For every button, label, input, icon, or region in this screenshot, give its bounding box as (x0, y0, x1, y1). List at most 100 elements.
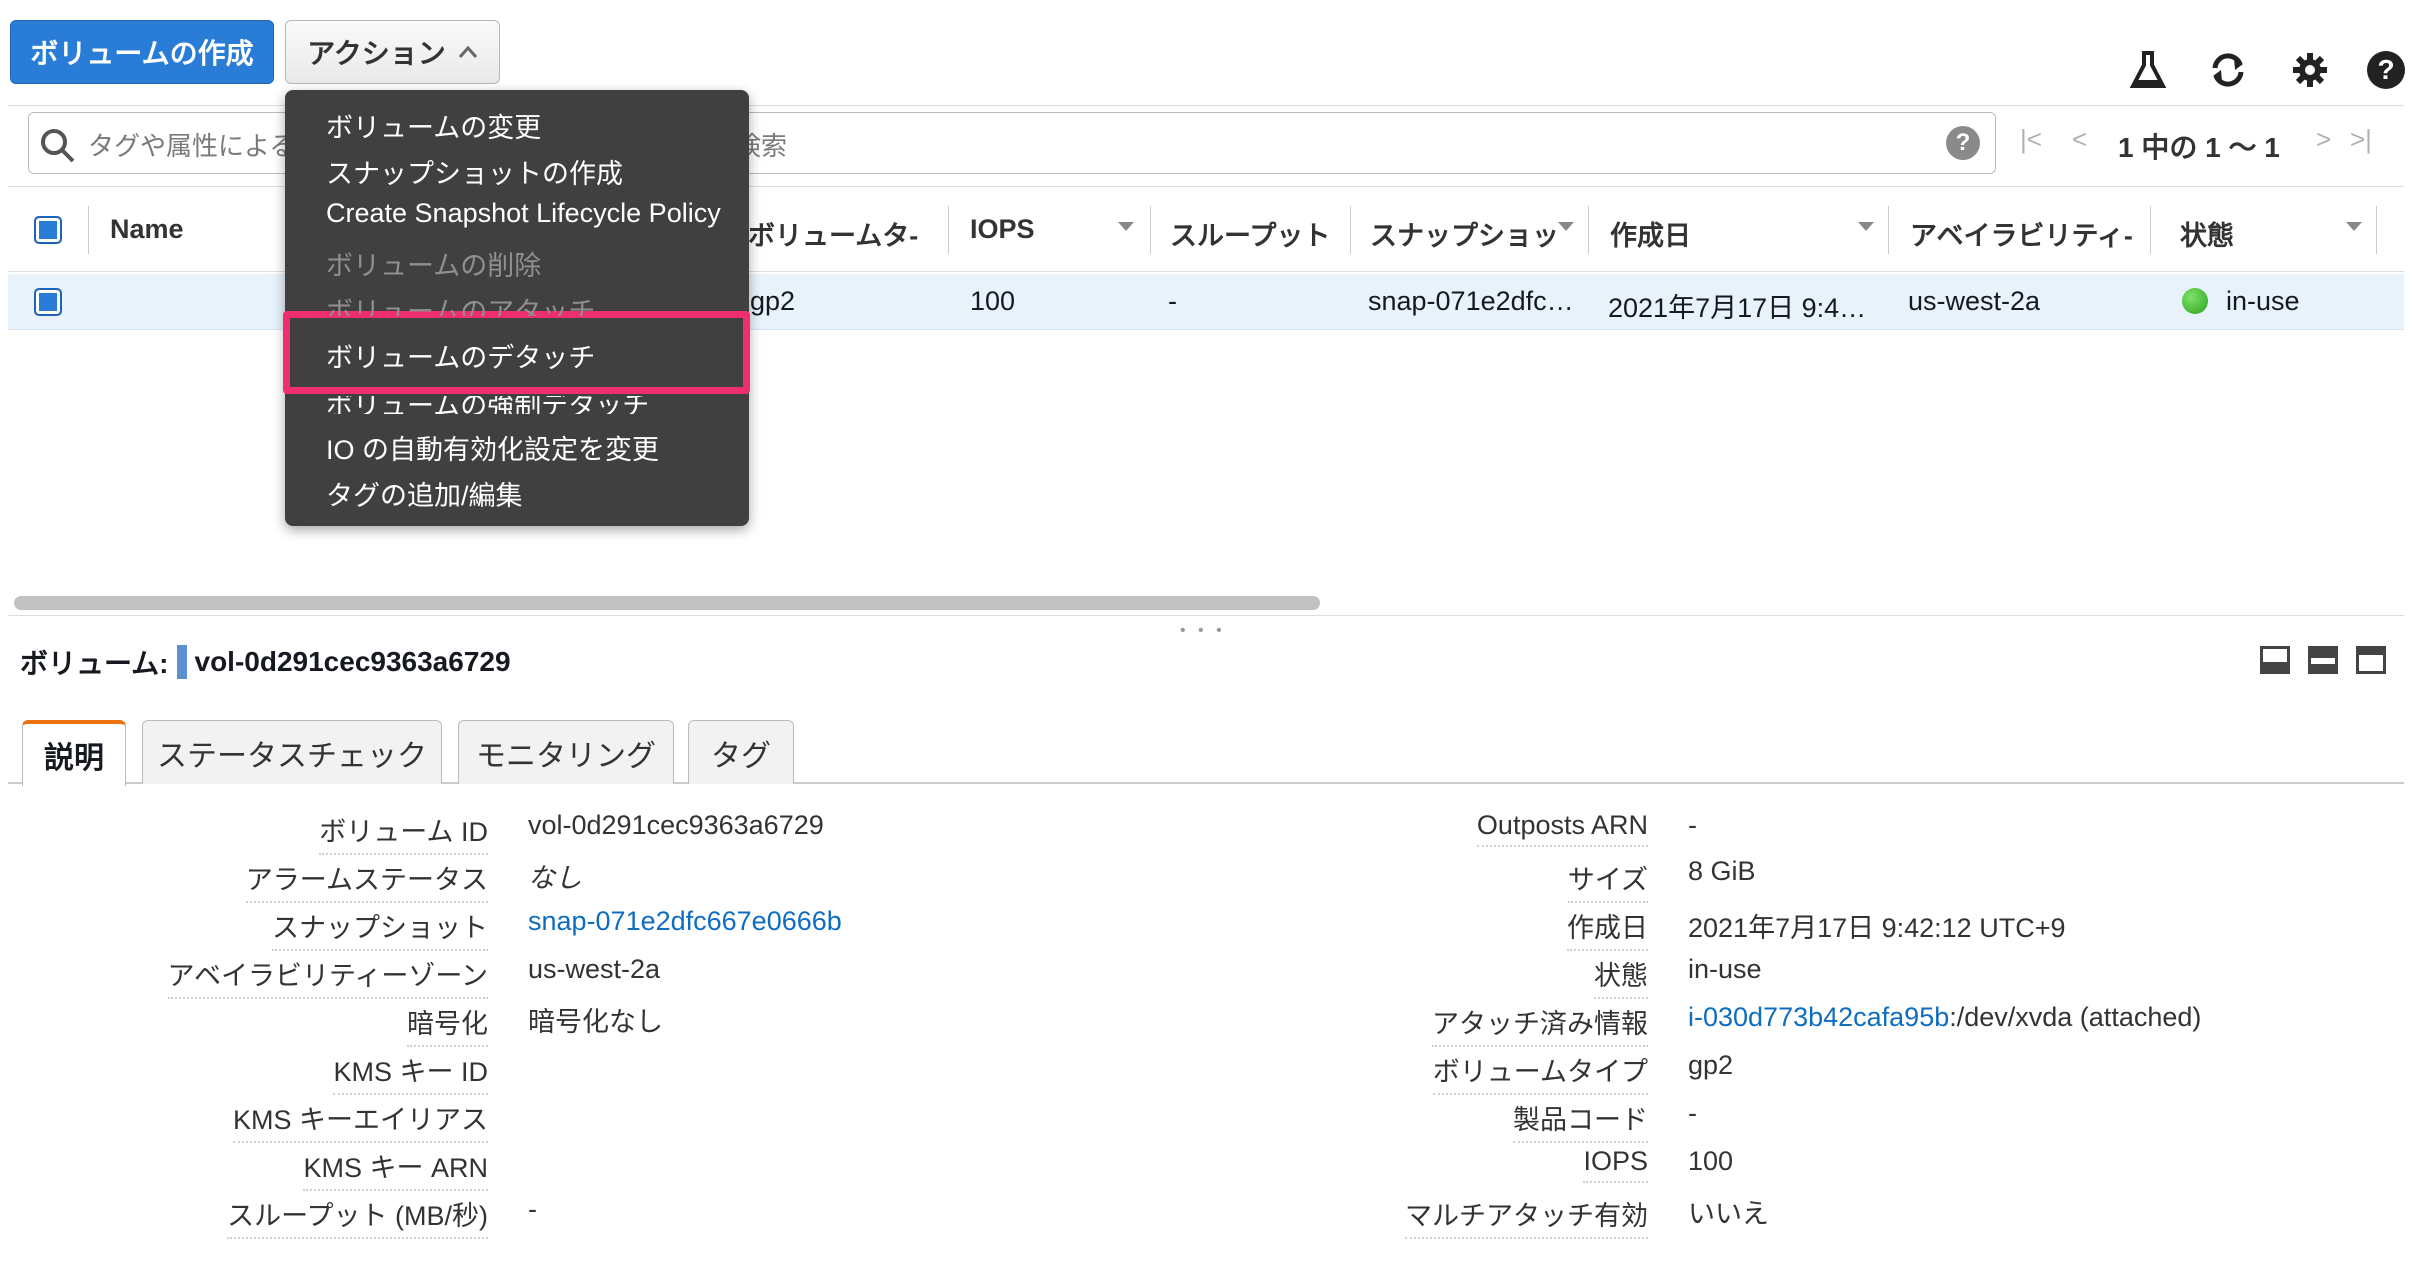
sort-caret-icon[interactable] (2346, 222, 2362, 231)
detail-value-state: in-use (1688, 954, 1762, 984)
detail-value-volume-id: vol-0d291cec9363a6729 (528, 810, 824, 840)
chevron-up-icon (458, 45, 477, 58)
detail-value-iops: 100 (1688, 1146, 1734, 1176)
detail-value-product-code: - (1688, 1098, 1697, 1128)
panel-half-icon[interactable] (2308, 646, 2338, 674)
column-header-snapshot[interactable]: スナップショッ (1370, 214, 1559, 253)
menu-item-force-detach[interactable]: ボリュームの強制デタッチ (326, 396, 649, 414)
next-page-button[interactable]: > (2316, 124, 2331, 155)
detail-label-az: アベイラビリティーゾーン (167, 954, 488, 999)
volume-detail-title: ボリューム: vol-0d291cec9363a6729 (20, 642, 511, 682)
menu-item-force-detach-label: ボリュームの強制デタッチ (326, 396, 650, 414)
horizontal-scrollbar-thumb[interactable] (14, 596, 1320, 610)
tab-status-checks[interactable]: ステータスチェック (142, 720, 442, 784)
menu-item-attach-volume: ボリュームのアタッチ (326, 297, 596, 316)
cell-snapshot: snap-071e2dfc… (1368, 286, 1574, 316)
column-separator (1350, 206, 1351, 254)
tab-description[interactable]: 説明 (22, 720, 126, 786)
column-header-throughput[interactable]: スループット (1170, 214, 1330, 253)
volume-title-id: vol-0d291cec9363a6729 (194, 646, 511, 677)
search-placeholder-left: タグや属性による (88, 131, 296, 161)
menu-item-delete-volume: ボリュームの削除 (326, 251, 542, 281)
prev-page-button[interactable]: < (2072, 124, 2087, 155)
flask-icon[interactable] (2126, 48, 2170, 92)
tab-monitoring[interactable]: モニタリング (458, 720, 674, 784)
menu-item-edit-tags[interactable]: タグの追加/編集 (326, 474, 523, 513)
detail-label-volume-type: ボリュームタイプ (1432, 1050, 1648, 1095)
panel-max-icon[interactable] (2356, 646, 2386, 674)
column-header-az[interactable]: アベイラビリティ- (1910, 214, 2133, 253)
detail-value-attachment: i-030d773b42cafa95b:/dev/xvda (attached) (1688, 1002, 2201, 1033)
last-page-button[interactable]: >| (2350, 124, 2372, 155)
select-all-checkbox[interactable] (34, 216, 62, 244)
detail-value-throughput: - (528, 1194, 537, 1224)
detail-value-multi-attach: いいえ (1688, 1199, 1769, 1229)
gear-icon[interactable] (2288, 48, 2332, 92)
detail-value-created: 2021年7月17日 9:42:12 UTC+9 (1688, 913, 2066, 943)
column-separator (88, 206, 89, 254)
detail-label-encryption: 暗号化 (407, 1002, 488, 1047)
refresh-icon[interactable] (2206, 48, 2250, 92)
detail-label-multi-attach: マルチアタッチ有効 (1405, 1194, 1648, 1239)
column-header-state[interactable]: 状態 (2180, 214, 2234, 253)
menu-item-detach-volume[interactable]: ボリュームのデタッチ (326, 336, 595, 375)
menu-item-create-snapshot[interactable]: スナップショットの作成 (326, 152, 623, 191)
detail-value-az: us-west-2a (528, 954, 661, 984)
detail-value-snapshot-link[interactable]: snap-071e2dfc667e0666b (528, 906, 842, 937)
panel-splitter-handle[interactable]: • • • (1180, 622, 1226, 640)
cell-created: 2021年7月17日 9:4… (1608, 293, 1867, 323)
cell-az: us-west-2a (1908, 286, 2041, 316)
detail-label-snapshot: スナップショット (272, 906, 488, 951)
column-header-iops[interactable]: IOPS (970, 214, 1035, 245)
sort-caret-icon[interactable] (1858, 222, 1874, 231)
column-header-name[interactable]: Name (110, 214, 184, 245)
cell-throughput: - (1168, 286, 1177, 316)
first-page-button[interactable]: |< (2020, 124, 2042, 155)
column-separator (2376, 206, 2377, 254)
detail-label-product-code: 製品コード (1513, 1098, 1648, 1143)
detail-label-outposts-arn: Outposts ARN (1476, 810, 1648, 847)
menu-item-modify-volume[interactable]: ボリュームの変更 (326, 106, 541, 145)
status-dot-icon (2182, 288, 2208, 314)
sort-caret-icon[interactable] (1118, 222, 1134, 231)
attachment-device: :/dev/xvda (attached) (1949, 1002, 2202, 1032)
detail-value-encryption: 暗号化なし (528, 1007, 663, 1037)
create-volume-label: ボリュームの作成 (30, 38, 254, 69)
detail-value-volume-type: gp2 (1688, 1050, 1734, 1080)
column-header-volume-type[interactable]: ボリュームタ- (748, 214, 918, 253)
volume-title-bar (176, 645, 187, 679)
help-icon[interactable]: ? (2364, 48, 2408, 92)
create-volume-button[interactable]: ボリュームの作成 (10, 20, 274, 84)
detail-label-size: サイズ (1567, 858, 1648, 903)
pager-text: 1 中の 1 〜 1 (2118, 132, 2280, 163)
cell-state: in-use (2226, 286, 2300, 316)
volume-title-prefix: ボリューム: (20, 648, 169, 679)
detail-label-iops: IOPS (1583, 1146, 1648, 1183)
detail-value-size: 8 GiB (1688, 856, 1756, 886)
instance-link[interactable]: i-030d773b42cafa95b (1688, 1002, 1949, 1032)
column-separator (1150, 206, 1151, 254)
cell-volume-type: gp2 (750, 286, 796, 316)
cell-iops: 100 (970, 286, 1016, 316)
detail-label-state: 状態 (1594, 954, 1648, 999)
column-header-created[interactable]: 作成日 (1610, 214, 1691, 253)
actions-button[interactable]: アクション (285, 20, 500, 84)
menu-item-io-enable[interactable]: IO の自動有効化設定を変更 (326, 428, 659, 467)
detail-label-kms-key-id: KMS キー ID (333, 1050, 488, 1095)
detail-label-alarm-status: アラームステータス (245, 858, 488, 903)
detail-label-attachment: アタッチ済み情報 (1432, 1002, 1648, 1047)
search-help-icon[interactable]: ? (1946, 126, 1980, 160)
sort-caret-icon[interactable] (1558, 222, 1574, 231)
detail-value-outposts-arn: - (1688, 810, 1697, 840)
search-icon (41, 129, 75, 163)
panel-min-icon[interactable] (2260, 646, 2290, 674)
column-separator (1888, 206, 1889, 254)
detail-label-kms-arn: KMS キー ARN (303, 1146, 488, 1191)
menu-item-create-lifecycle-policy[interactable]: Create Snapshot Lifecycle Policy (326, 198, 721, 229)
column-separator (948, 206, 949, 254)
detail-label-volume-id: ボリューム ID (319, 810, 488, 855)
column-separator (2150, 206, 2151, 254)
detail-value-alarm-status: なし (528, 863, 582, 893)
tab-tags[interactable]: タグ (688, 720, 794, 784)
row-checkbox[interactable] (34, 288, 62, 316)
